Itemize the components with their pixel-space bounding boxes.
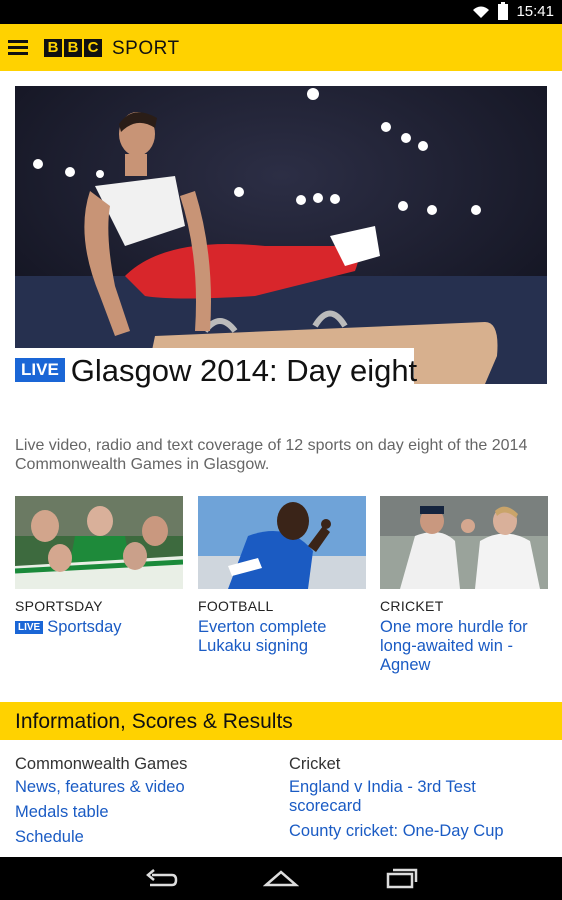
home-icon[interactable]	[263, 867, 299, 889]
status-time: 15:41	[516, 3, 554, 20]
card-title[interactable]: Everton complete Lukaku signing	[198, 618, 366, 656]
card-title[interactable]: LIVE Sportsday	[15, 618, 183, 637]
hero-headline[interactable]: LIVE Glasgow 2014: Day eight	[15, 352, 535, 389]
wifi-icon	[473, 6, 490, 18]
status-bar: 15:41	[0, 0, 562, 24]
menu-icon[interactable]	[8, 40, 28, 56]
info-link[interactable]: Medals table	[15, 803, 265, 822]
hero-image[interactable]	[15, 86, 547, 384]
info-section-header: Information, Scores & Results	[0, 702, 562, 740]
fans-photo	[15, 496, 183, 589]
hero-title: Glasgow 2014: Day eight	[70, 353, 418, 388]
info-column-cricket: Cricket England v India - 3rd Test score…	[289, 755, 539, 847]
info-column-commonwealth: Commonwealth Games News, features & vide…	[15, 755, 265, 853]
story-card-cricket[interactable]: CRICKET One more hurdle for long-awaited…	[380, 496, 548, 675]
bbc-logo[interactable]: B B C	[44, 39, 102, 57]
info-link[interactable]: Schedule	[15, 828, 265, 847]
info-link[interactable]: County cricket: One-Day Cup	[289, 822, 539, 841]
card-section: CRICKET	[380, 598, 444, 614]
live-badge: LIVE	[15, 358, 65, 382]
recent-apps-icon[interactable]	[385, 867, 419, 889]
logo-letter: B	[64, 39, 82, 57]
battery-icon	[498, 1, 509, 20]
hero-summary: Live video, radio and text coverage of 1…	[15, 437, 528, 473]
live-badge: LIVE	[15, 621, 44, 634]
back-icon[interactable]	[144, 867, 178, 889]
cricketers-photo	[380, 496, 548, 589]
logo-letter: C	[84, 39, 102, 57]
system-nav-bar	[0, 857, 562, 900]
card-title[interactable]: One more hurdle for long-awaited win - A…	[380, 618, 548, 675]
footballer-photo	[198, 496, 366, 589]
info-link[interactable]: News, features & video	[15, 778, 265, 797]
section-title: SPORT	[112, 38, 180, 59]
gymnast-pommel-horse-photo	[15, 86, 547, 384]
column-heading: Commonwealth Games	[15, 755, 188, 773]
story-card-sportsday[interactable]: SPORTSDAY LIVE Sportsday	[15, 496, 183, 637]
info-section-title: Information, Scores & Results	[15, 710, 293, 733]
card-title-text: Sportsday	[47, 618, 122, 636]
info-link[interactable]: England v India - 3rd Test scorecard	[289, 778, 539, 816]
card-section: SPORTSDAY	[15, 598, 103, 614]
story-card-football[interactable]: FOOTBALL Everton complete Lukaku signing	[198, 496, 366, 656]
card-section: FOOTBALL	[198, 598, 274, 614]
status-icons: 15:41	[472, 1, 554, 20]
logo-letter: B	[44, 39, 62, 57]
column-heading: Cricket	[289, 755, 341, 773]
app-bar: B B C SPORT	[0, 24, 562, 71]
